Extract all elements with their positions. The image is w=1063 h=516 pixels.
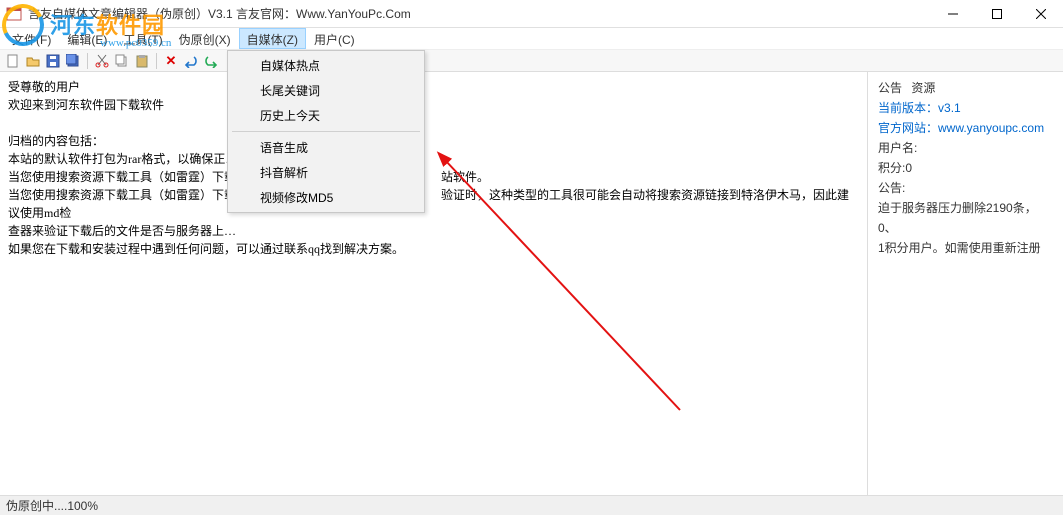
- score-label: 积分:: [878, 158, 905, 178]
- editor-line: 本站的默认软件打包为rar格式，以确保正…: [8, 150, 859, 168]
- notice-label-row: 公告:: [878, 178, 1053, 198]
- editor-line: 受尊敬的用户: [8, 78, 859, 96]
- media-dropdown: 自媒体热点 长尾关键词 历史上今天 语音生成 抖音解析 视频修改MD5: [227, 50, 425, 213]
- tab-notice[interactable]: 公告: [878, 81, 902, 95]
- saveall-icon[interactable]: [64, 52, 82, 70]
- score-row: 积分: 0: [878, 158, 1053, 178]
- close-button[interactable]: [1019, 0, 1063, 28]
- menu-media[interactable]: 自媒体(Z): [239, 28, 306, 49]
- editor-line: 归档的内容包括：: [8, 132, 859, 150]
- menu-pseudo[interactable]: 伪原创(X): [171, 28, 239, 49]
- editor-pane[interactable]: 受尊敬的用户 欢迎来到河东软件园下载软件 归档的内容包括： 本站的默认软件打包为…: [0, 72, 868, 495]
- statusbar: 伪原创中....100%: [0, 495, 1063, 515]
- redo-icon[interactable]: [202, 52, 220, 70]
- app-icon: [6, 6, 22, 22]
- main-area: 受尊敬的用户 欢迎来到河东软件园下载软件 归档的内容包括： 本站的默认软件打包为…: [0, 72, 1063, 495]
- tab-resource[interactable]: 资源: [911, 81, 935, 95]
- paste-icon[interactable]: [133, 52, 151, 70]
- menu-file[interactable]: 文件(F): [4, 28, 59, 49]
- dd-history[interactable]: 历史上今天: [230, 103, 422, 128]
- editor-line: 当您使用搜索资源下载工具（如雷霆）下载验证时，这种类型的工具很可能会自动将搜索资…: [8, 186, 859, 222]
- editor-line: 如果您在下载和安装过程中遇到任何问题，可以通过联系qq找到解决方案。: [8, 240, 859, 258]
- version-label: 当前版本：: [878, 98, 938, 118]
- dd-separator: [232, 131, 420, 132]
- maximize-button[interactable]: [975, 0, 1019, 28]
- site-row: 官方网站： www.yanyoupc.com: [878, 118, 1053, 138]
- status-text: 伪原创中....100%: [6, 499, 98, 513]
- editor-line: 欢迎来到河东软件园下载软件: [8, 96, 859, 114]
- side-panel: 公告 资源 当前版本： v3.1 官方网站： www.yanyoupc.com …: [868, 72, 1063, 495]
- delete-icon[interactable]: ✕: [162, 52, 180, 70]
- menubar: 文件(F) 编辑(E) 工具(T) 伪原创(X) 自媒体(Z) 用户(C): [0, 28, 1063, 50]
- undo-icon[interactable]: [182, 52, 200, 70]
- version-value: v3.1: [938, 98, 961, 118]
- menu-user[interactable]: 用户(C): [306, 28, 363, 49]
- notice-label: 公告:: [878, 178, 905, 198]
- score-value: 0: [905, 158, 912, 178]
- dd-hotspot[interactable]: 自媒体热点: [230, 53, 422, 78]
- site-link[interactable]: www.yanyoupc.com: [938, 118, 1044, 138]
- version-row: 当前版本： v3.1: [878, 98, 1053, 118]
- window-controls: [931, 0, 1063, 28]
- minimize-button[interactable]: [931, 0, 975, 28]
- titlebar: 言友自媒体文章编辑器（伪原创）V3.1 言友官网：Www.YanYouPc.Co…: [0, 0, 1063, 28]
- toolbar: ✕: [0, 50, 1063, 72]
- user-label: 用户名:: [878, 138, 917, 158]
- editor-line: 当您使用搜索资源下载工具（如雷霆）下载站软件。: [8, 168, 859, 186]
- save-icon[interactable]: [44, 52, 62, 70]
- new-icon[interactable]: [4, 52, 22, 70]
- dd-douyin[interactable]: 抖音解析: [230, 160, 422, 185]
- open-icon[interactable]: [24, 52, 42, 70]
- dd-videomd5[interactable]: 视频修改MD5: [230, 185, 422, 210]
- dd-longtail[interactable]: 长尾关键词: [230, 78, 422, 103]
- window-title: 言友自媒体文章编辑器（伪原创）V3.1 言友官网：Www.YanYouPc.Co…: [28, 5, 411, 22]
- toolbar-separator: [87, 53, 88, 69]
- user-row: 用户名:: [878, 138, 1053, 158]
- menu-edit[interactable]: 编辑(E): [59, 28, 115, 49]
- site-label: 官方网站：: [878, 118, 938, 138]
- menu-tools[interactable]: 工具(T): [115, 28, 170, 49]
- toolbar-separator-2: [156, 53, 157, 69]
- cut-icon[interactable]: [93, 52, 111, 70]
- editor-line: 查器来验证下载后的文件是否与服务器上…: [8, 222, 859, 240]
- dd-voice[interactable]: 语音生成: [230, 135, 422, 160]
- side-tabs: 公告 资源: [878, 78, 1053, 98]
- notice-text: 1积分用户。如需使用重新注册: [878, 238, 1053, 258]
- copy-icon[interactable]: [113, 52, 131, 70]
- notice-text: 迫于服务器压力删除2190条，0、: [878, 198, 1053, 238]
